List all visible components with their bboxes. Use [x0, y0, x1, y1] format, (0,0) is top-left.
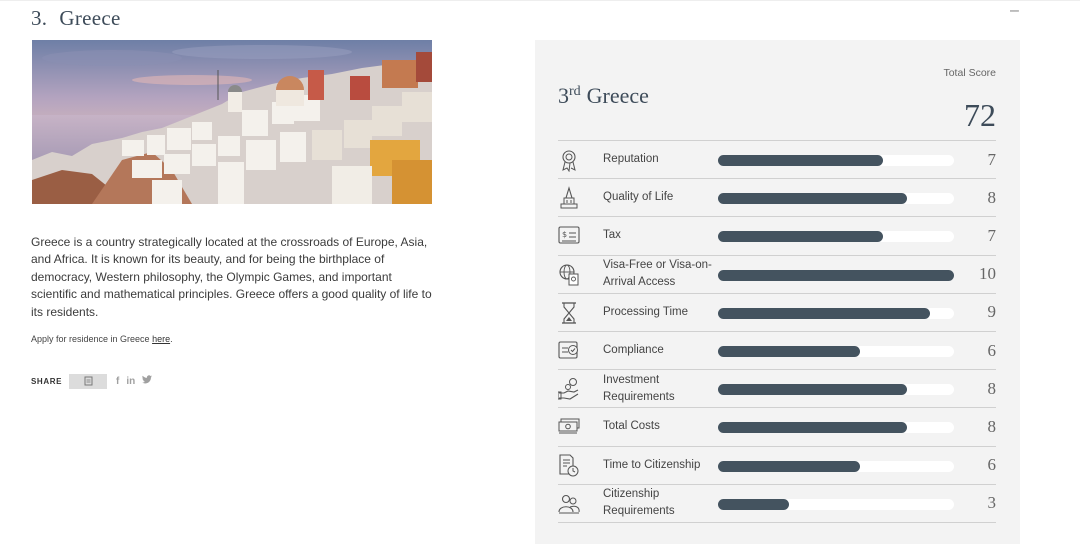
score-row-value: 7 [987, 149, 997, 169]
score-bar-track [718, 307, 954, 319]
facebook-icon[interactable]: f [116, 376, 119, 387]
score-row-value: 8 [987, 378, 997, 398]
score-bar-track [718, 269, 954, 281]
score-bar-fill [718, 193, 907, 205]
monument-icon [560, 186, 578, 209]
rank-number: 3 [558, 83, 569, 108]
share-label: SHARE [31, 376, 63, 386]
score-bar-track [718, 155, 954, 166]
score-row-label: Total Costs [603, 420, 660, 433]
score-card: 3rd Greece Total Score 72 Reputation 7 Qual… [535, 40, 1020, 544]
score-row: Processing Time 9 [558, 294, 996, 332]
score-bar-fill [718, 498, 789, 510]
score-bar-track [718, 231, 954, 243]
score-bar-track [718, 498, 954, 510]
apply-prefix: Apply for residence in Greece [31, 334, 153, 344]
score-row-value: 7 [987, 225, 997, 245]
social-links: f in [116, 375, 153, 387]
people-group-icon [558, 494, 580, 514]
score-row-label: Visa-Free or Visa-on-Arrival Access [603, 259, 712, 289]
rank-country: 3rd Greece [558, 83, 649, 109]
score-row: $ Tax 7 [558, 217, 997, 256]
score-bar-fill [718, 307, 931, 319]
hourglass-icon [562, 302, 576, 324]
apply-here-link[interactable]: here [152, 334, 170, 344]
collapse-button[interactable]: – [1010, 3, 1019, 19]
score-bar-track [718, 345, 954, 357]
score-bar-fill [718, 231, 884, 243]
total-score-value: 72 [964, 97, 996, 133]
score-card-header: 3rd Greece Total Score 72 [558, 60, 996, 140]
linkedin-icon[interactable]: in [126, 376, 135, 387]
money-stack-icon [558, 418, 580, 434]
investment-hand-icon [558, 378, 579, 400]
score-bar-fill [718, 269, 954, 281]
top-divider [0, 0, 1080, 1]
score-bar-track [718, 460, 954, 472]
score-bar-fill [718, 345, 860, 357]
globe-passport-icon [559, 264, 579, 286]
copy-link-button[interactable] [69, 373, 108, 389]
score-row-value: 10 [979, 264, 996, 284]
section-heading: 3. Greece [31, 6, 121, 31]
score-row: Time to Citizenship 6 [558, 447, 996, 485]
score-bar-fill [718, 384, 907, 396]
score-row-label: Processing Time [603, 305, 689, 318]
svg-text:$: $ [562, 230, 567, 239]
score-row: Reputation 7 [558, 141, 997, 180]
score-row-label: Quality of Life [603, 191, 674, 204]
score-bar-fill [718, 460, 860, 472]
score-row-label: Reputation [603, 153, 659, 166]
score-row-label: Investment Requirements [603, 373, 675, 403]
score-row: Quality of Life 8 [558, 179, 997, 218]
copy-icon [84, 376, 93, 386]
score-row-label: Tax [603, 229, 621, 242]
award-icon [562, 150, 576, 172]
apply-suffix: . [170, 334, 173, 344]
score-row-value: 6 [987, 340, 997, 360]
score-row: Visa-Free or Visa-on-Arrival Access 10 [558, 256, 996, 294]
section-title: Greece [59, 6, 121, 30]
score-row-value: 8 [987, 416, 997, 436]
score-bar-fill [718, 155, 884, 166]
score-row-value: 6 [987, 455, 997, 475]
twitter-icon[interactable] [142, 375, 153, 387]
score-row-value: 3 [987, 493, 997, 513]
share-bar: SHARE f in [31, 373, 153, 389]
rank-suffix: rd [569, 84, 581, 99]
apply-text: Apply for residence in Greece here. [31, 334, 173, 344]
score-row-value: 8 [987, 187, 997, 207]
score-row: Compliance 6 [558, 332, 997, 371]
score-bar-track [718, 422, 954, 434]
score-bar-track [718, 193, 954, 205]
country-description: Greece is a country strategically locate… [31, 235, 432, 319]
score-row-value: 9 [987, 302, 997, 322]
document-clock-icon [559, 453, 579, 476]
score-row: Total Costs 8 [558, 408, 997, 447]
score-row-label: Citizenship Requirements [603, 488, 675, 518]
total-score-label: Total Score [943, 67, 996, 79]
section-number: 3. [31, 6, 48, 30]
score-row-label: Time to Citizenship [603, 458, 701, 471]
compliance-check-icon [558, 341, 578, 359]
country-name: Greece [586, 83, 649, 108]
score-row: Citizenship Requirements 3 [558, 485, 996, 523]
score-rows: Reputation 7 Quality of Life 8 $ Tax 7 Visa-Fre… [558, 140, 996, 523]
score-bar-track [718, 384, 954, 396]
tax-document-icon: $ [558, 226, 580, 244]
greece-photo [32, 40, 432, 204]
score-bar-fill [718, 422, 907, 434]
score-row: Investment Requirements 8 [558, 370, 997, 409]
score-row-label: Compliance [603, 344, 664, 357]
